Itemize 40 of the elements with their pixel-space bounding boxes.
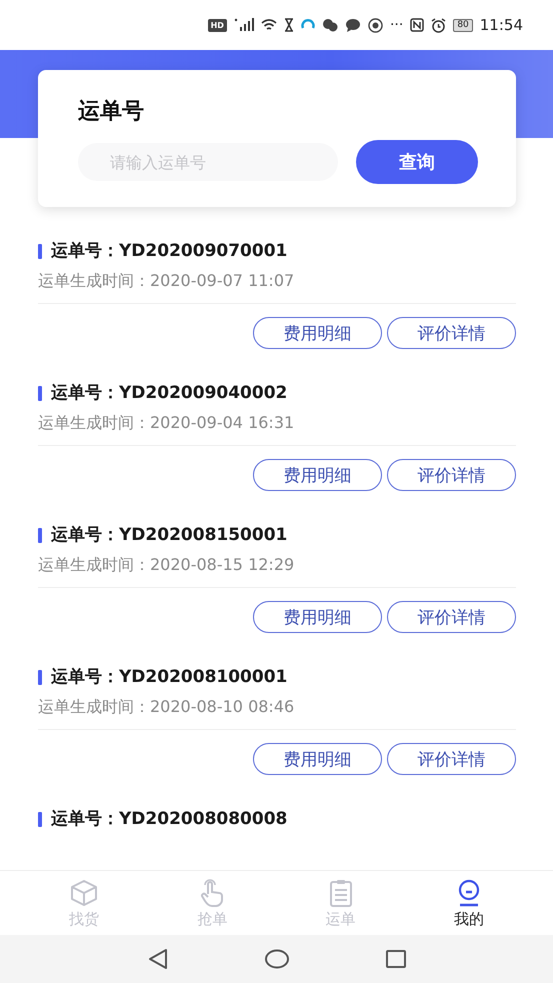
wifi-icon xyxy=(260,18,277,32)
back-icon xyxy=(146,948,168,970)
order-number: 运单号：YD202009070001 xyxy=(51,241,288,261)
chat-icon xyxy=(322,18,338,32)
review-details-button[interactable]: 评价详情 xyxy=(387,317,516,349)
order-created-time: 运单生成时间：2020-08-15 12:29 xyxy=(38,555,294,576)
box-icon xyxy=(69,878,100,908)
nfc-icon xyxy=(410,18,424,32)
accent-bar xyxy=(38,386,42,400)
order-number: 运单号：YD202008150001 xyxy=(51,525,288,545)
battery-indicator: 80 xyxy=(453,18,473,32)
order-created-time: 运单生成时间：2020-08-10 08:46 xyxy=(38,697,294,718)
signal-icon xyxy=(234,18,254,32)
fee-details-button[interactable]: 费用明细 xyxy=(253,459,382,491)
review-details-button[interactable]: 评价详情 xyxy=(387,743,516,775)
hourglass-icon xyxy=(284,18,294,32)
alarm-icon xyxy=(431,18,446,32)
review-details-button[interactable]: 评价详情 xyxy=(387,459,516,491)
order-created-time: 运单生成时间：2020-09-04 16:31 xyxy=(38,413,294,434)
fee-details-button[interactable]: 费用明细 xyxy=(253,743,382,775)
recents-icon xyxy=(384,949,406,969)
search-title: 运单号 xyxy=(78,98,144,126)
order-number: 运单号：YD202009040002 xyxy=(51,383,288,403)
accent-bar xyxy=(38,812,42,826)
order-number: 运单号：YD202008100001 xyxy=(51,667,288,687)
order-number: 运单号：YD202008080008 xyxy=(51,809,288,829)
more-indicator: ··· xyxy=(390,17,404,33)
order-created-time: 运单生成时间：2020-09-07 11:07 xyxy=(38,271,294,292)
fee-details-button[interactable]: 费用明细 xyxy=(253,317,382,349)
review-details-button[interactable]: 评价详情 xyxy=(387,601,516,633)
accent-bar xyxy=(38,528,42,542)
accent-bar xyxy=(38,244,42,258)
message-icon xyxy=(344,18,361,32)
hd-badge: HD xyxy=(208,18,227,32)
accent-bar xyxy=(38,670,42,684)
query-button[interactable]: 查询 xyxy=(356,140,478,184)
home-icon xyxy=(264,949,290,969)
clock-time: 11:54 xyxy=(480,16,523,34)
fee-details-button[interactable]: 费用明细 xyxy=(253,601,382,633)
nav-tab[interactable]: 我的 xyxy=(428,878,509,928)
